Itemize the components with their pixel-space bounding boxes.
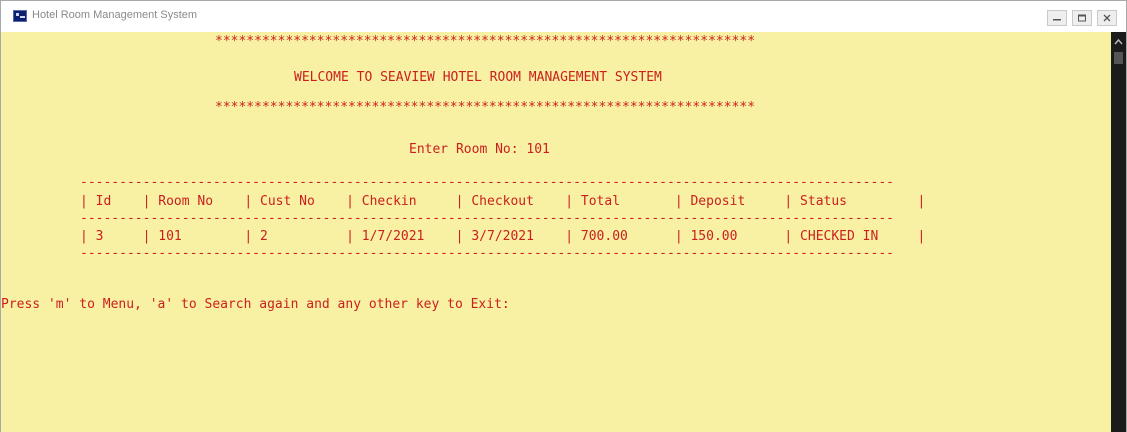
window-title: Hotel Room Management System: [32, 9, 198, 21]
banner-bottom: ****************************************…: [215, 100, 756, 115]
banner-top: ****************************************…: [215, 34, 756, 49]
minimize-button[interactable]: [1047, 10, 1067, 26]
chevron-up-icon: [1114, 38, 1123, 45]
console-app-icon: [13, 10, 27, 22]
maximize-icon: [1078, 14, 1086, 22]
table-rule-middle: ----------------------------------------…: [80, 211, 894, 226]
footer-prompt: Press 'm' to Menu, 'a' to Search again a…: [1, 297, 510, 312]
room-number-prompt: Enter Room No: 101: [409, 142, 550, 157]
minimize-icon: [1053, 19, 1061, 21]
table-rule-top: ----------------------------------------…: [80, 175, 894, 190]
table-rule-bottom: ----------------------------------------…: [80, 246, 894, 261]
maximize-button[interactable]: [1072, 10, 1092, 26]
scroll-thumb[interactable]: [1114, 52, 1123, 64]
console-window: Hotel Room Management System ***********…: [0, 0, 1127, 432]
title-bar[interactable]: Hotel Room Management System: [1, 1, 1126, 33]
vertical-scrollbar[interactable]: [1111, 32, 1126, 432]
table-row: | 3 | 101 | 2 | 1/7/2021 | 3/7/2021 | 70…: [80, 229, 926, 244]
close-icon: [1103, 14, 1111, 22]
console-output[interactable]: ****************************************…: [1, 32, 1111, 432]
welcome-heading: WELCOME TO SEAVIEW HOTEL ROOM MANAGEMENT…: [294, 70, 662, 85]
close-button[interactable]: [1097, 10, 1117, 26]
scroll-up-button[interactable]: [1111, 34, 1126, 48]
table-header-row: | Id | Room No | Cust No | Checkin | Che…: [80, 194, 926, 209]
